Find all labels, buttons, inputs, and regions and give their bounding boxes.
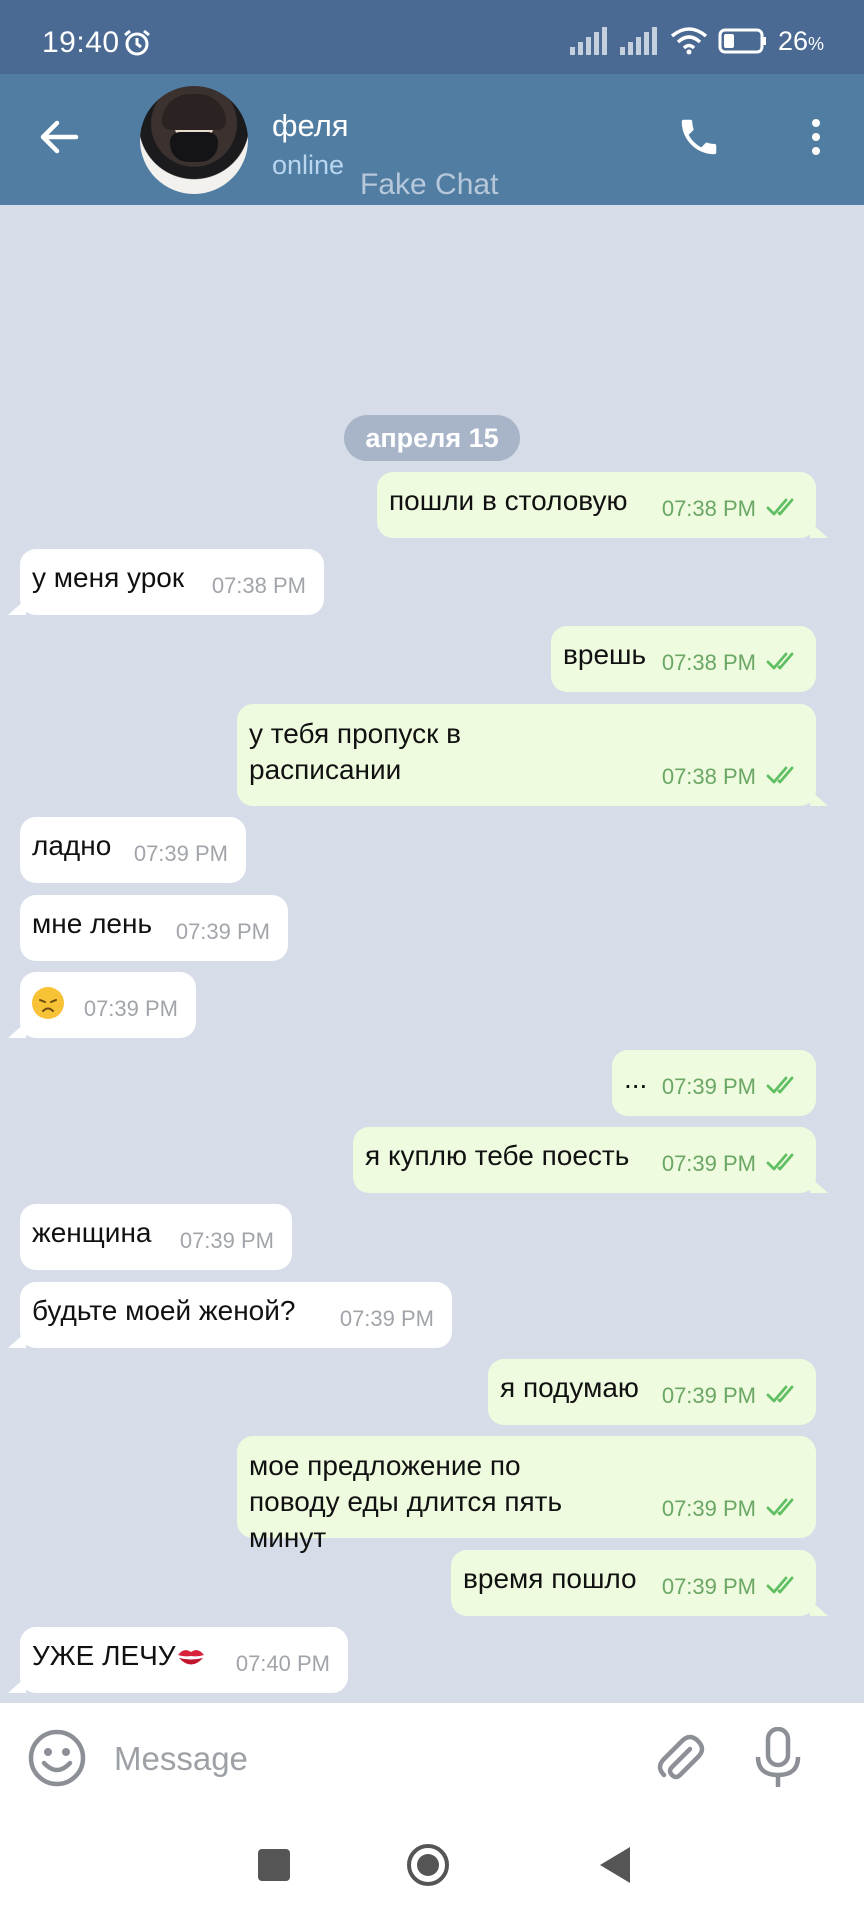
message-text: я куплю тебе поесть	[365, 1140, 630, 1171]
message-time: 07:39 PM	[661, 1074, 756, 1099]
status-icons: 26%	[569, 25, 824, 56]
back-arrow-icon[interactable]	[36, 114, 82, 160]
message-text: я подумаю	[500, 1372, 639, 1403]
message-time: 07:38 PM	[661, 496, 756, 521]
battery-level: 26%	[777, 25, 824, 56]
signal-icon-2	[619, 27, 657, 55]
message-text: время пошло	[463, 1563, 637, 1594]
incoming-message[interactable]: мне лень 07:39 PM	[20, 895, 288, 961]
double-check-icon	[766, 766, 794, 784]
more-vertical-icon[interactable]	[800, 114, 832, 160]
attach-icon[interactable]	[652, 1731, 708, 1787]
double-check-icon	[766, 1385, 794, 1403]
status-time: 19:40	[42, 26, 120, 59]
status-bar: 19:40 26%	[0, 0, 864, 74]
bubble-tail	[810, 790, 828, 806]
wifi-icon	[670, 27, 708, 55]
message-time: 07:39 PM	[175, 919, 270, 944]
watermark: Fake Chat	[360, 168, 499, 201]
alarm-icon	[124, 29, 150, 56]
message-time: 07:40 PM	[235, 1651, 330, 1676]
double-check-icon	[766, 1153, 794, 1171]
message-text: у меня урок	[32, 562, 185, 593]
message-time: 07:38 PM	[661, 650, 756, 675]
bubble-tail	[810, 1600, 828, 1616]
message-text: ладно	[32, 830, 112, 861]
message-time: 07:39 PM	[83, 996, 178, 1021]
message-text: мое предложение по поводу еды длится пят…	[249, 1450, 563, 1553]
outgoing-message[interactable]: ... 07:39 PM	[612, 1050, 816, 1116]
battery-icon	[718, 28, 766, 54]
contact-name[interactable]: феля	[272, 108, 349, 144]
bubble-tail	[8, 1022, 26, 1038]
message-text: женщина	[32, 1217, 152, 1248]
double-check-icon	[766, 498, 794, 516]
message-text: будьте моей женой?	[32, 1295, 296, 1326]
outgoing-message[interactable]: пошли в столовую 07:38 PM	[377, 472, 828, 538]
bubble-tail	[810, 522, 828, 538]
message-time: 07:38 PM	[661, 764, 756, 789]
message-time: 07:39 PM	[661, 1496, 756, 1521]
double-check-icon	[766, 1576, 794, 1594]
bubble-tail	[8, 599, 26, 615]
outgoing-message[interactable]: мое предложение по поводу еды длится пят…	[237, 1436, 816, 1553]
message-text: УЖЕ ЛЕЧУ	[32, 1640, 206, 1672]
incoming-message[interactable]: 07:39 PM	[8, 972, 196, 1038]
bubble-tail	[810, 1177, 828, 1193]
kiss-mark-emoji	[176, 1645, 206, 1671]
avatar[interactable]	[140, 86, 248, 194]
outgoing-message[interactable]: время пошло 07:39 PM	[451, 1550, 828, 1616]
bubble-tail	[8, 1332, 26, 1348]
outgoing-message[interactable]: врешь 07:38 PM	[551, 626, 816, 692]
message-time: 07:39 PM	[661, 1383, 756, 1408]
incoming-message[interactable]: у меня урок 07:38 PM	[8, 549, 324, 615]
message-time: 07:39 PM	[179, 1228, 274, 1253]
message-time: 07:39 PM	[339, 1306, 434, 1331]
back-button[interactable]	[598, 1845, 632, 1885]
home-button[interactable]	[406, 1843, 450, 1887]
outgoing-message[interactable]: я куплю тебе поесть 07:39 PM	[353, 1127, 828, 1193]
emoji-icon[interactable]	[28, 1729, 86, 1787]
date-separator: апреля 15	[344, 415, 520, 461]
system-navigation-bar	[0, 1813, 864, 1920]
signal-icon	[569, 27, 607, 55]
message-time: 07:38 PM	[211, 573, 306, 598]
disappointed-face-emoji	[32, 986, 64, 1019]
message-text: ...	[624, 1063, 648, 1094]
compose-bar	[0, 1703, 864, 1813]
outgoing-message[interactable]: я подумаю 07:39 PM	[488, 1359, 816, 1425]
phone-icon[interactable]	[676, 114, 722, 160]
message-text	[32, 985, 64, 1019]
incoming-message[interactable]: ладно 07:39 PM	[20, 817, 246, 883]
message-input[interactable]	[112, 1733, 616, 1785]
message-text: мне лень	[32, 908, 153, 939]
mic-icon[interactable]	[752, 1727, 804, 1791]
double-check-icon	[766, 1498, 794, 1516]
message-time: 07:39 PM	[133, 841, 228, 866]
message-text: врешь	[563, 639, 647, 670]
outgoing-message[interactable]: у тебя пропуск в расписании 07:38 PM	[237, 704, 828, 806]
message-text: пошли в столовую	[389, 485, 628, 516]
bubble-tail	[8, 1677, 26, 1693]
incoming-message[interactable]: УЖЕ ЛЕЧУ 07:40 PM	[8, 1627, 348, 1693]
recent-apps-button[interactable]	[258, 1849, 290, 1881]
message-text: у тебя пропуск в расписании	[249, 718, 461, 785]
contact-status: online	[272, 150, 345, 180]
incoming-message[interactable]: женщина 07:39 PM	[20, 1204, 292, 1270]
message-time: 07:39 PM	[661, 1151, 756, 1176]
message-list[interactable]: апреля 15 пошли в столовую 07:38 PM у меня…	[0, 205, 864, 1703]
double-check-icon	[766, 1076, 794, 1094]
message-time: 07:39 PM	[661, 1574, 756, 1599]
incoming-message[interactable]: будьте моей женой? 07:39 PM	[8, 1282, 452, 1348]
double-check-icon	[766, 652, 794, 670]
